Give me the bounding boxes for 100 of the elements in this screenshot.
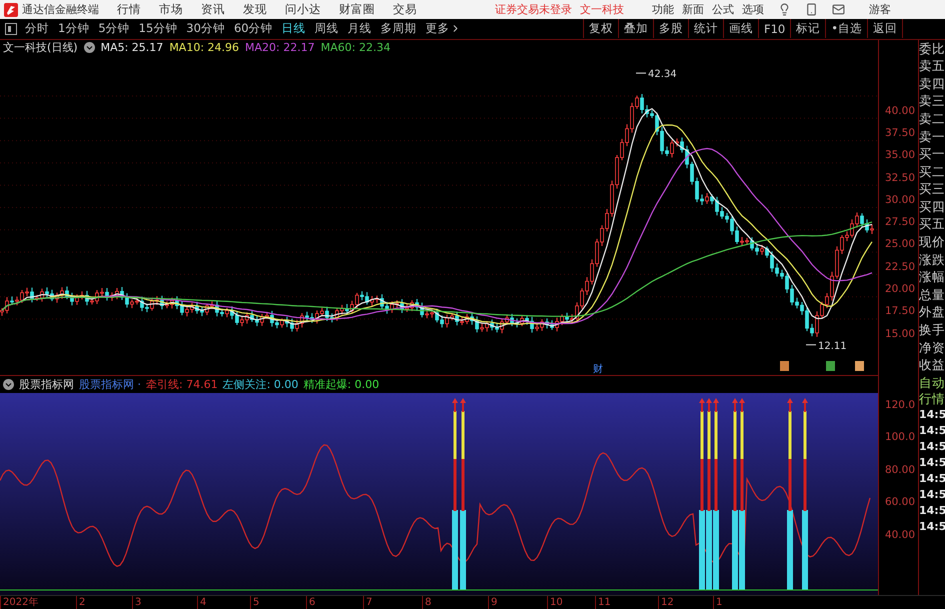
panel-toggle-icon[interactable]	[5, 22, 17, 35]
date-axis-label: 1	[713, 596, 722, 609]
quote-field-label: 买二	[919, 162, 945, 180]
date-axis-label: 9	[488, 596, 498, 609]
event-marker-icon	[780, 360, 789, 371]
quote-field-label: 现价	[919, 233, 945, 251]
date-axis-label: 8	[422, 596, 432, 609]
user-label[interactable]: 游客	[869, 2, 891, 18]
indicator-axis-label: 100.0	[884, 430, 916, 446]
low-price-label: 12.11	[818, 340, 847, 352]
indicator-value: 左侧关注: 0.00	[222, 376, 298, 392]
phone-icon[interactable]	[805, 3, 818, 16]
quote-field-label: 净资	[919, 338, 945, 356]
menu-item[interactable]: 市场	[159, 2, 183, 18]
high-price-label: 42.34	[648, 68, 677, 80]
period-tab[interactable]: 60分钟	[234, 21, 273, 36]
indicator-axis-label: 80.00	[884, 462, 916, 478]
event-marker-icon	[855, 360, 864, 371]
date-axis-label: 3	[132, 596, 142, 609]
period-tab[interactable]: 分时	[25, 21, 49, 36]
ma-value: MA5: 25.17	[100, 41, 164, 54]
mail-icon[interactable]	[832, 3, 845, 16]
date-axis-label: 2022年	[0, 596, 38, 609]
date-axis-label: 2	[76, 596, 86, 609]
tool-menu-item[interactable]: 选项	[742, 2, 764, 18]
price-axis-label: 35.00	[884, 148, 916, 164]
quote-field-label: 总量	[919, 286, 945, 304]
menu-item[interactable]: 发现	[243, 2, 267, 18]
date-axis-label: 5	[250, 596, 260, 609]
stock-name: 文一科技	[580, 2, 624, 18]
menu-item[interactable]: 资讯	[201, 2, 225, 18]
menu-item[interactable]: 问小达	[285, 2, 321, 18]
toolbar-button[interactable]: 返回	[867, 19, 902, 38]
quote-field-label: 委比	[919, 40, 945, 58]
date-axis-label: 12	[658, 596, 674, 609]
period-tab[interactable]: 更多	[426, 21, 461, 36]
leader-line	[806, 344, 816, 345]
period-tab[interactable]: 月线	[348, 21, 372, 36]
menu-item[interactable]: 财富圈	[339, 2, 375, 18]
toolbar-button[interactable]: 标记	[790, 19, 826, 38]
price-axis-label: 15.00	[884, 326, 916, 342]
app-name: 通达信金融终端	[22, 2, 99, 18]
event-marker: 财	[593, 364, 603, 375]
price-axis-label: 20.00	[884, 282, 916, 298]
indicator-axis-label: 120.0	[884, 398, 916, 413]
chart-title: 文一科技(日线)	[3, 40, 78, 56]
toolbar-button[interactable]: 复权	[582, 19, 618, 38]
indicator-name: 股票指标网	[19, 376, 74, 392]
ma-value: MA60: 22.34	[320, 41, 390, 54]
indicator-formula: 股票指标网 ·	[79, 376, 141, 392]
dropdown-icon[interactable]	[3, 378, 14, 390]
period-tab[interactable]: 1分钟	[58, 21, 90, 36]
tool-menu-item[interactable]: 公式	[712, 2, 734, 18]
toolbar-button[interactable]: 画线	[722, 19, 758, 38]
price-axis-label: 40.00	[884, 104, 916, 119]
app-logo-icon	[4, 2, 18, 17]
indicator-axis-label: 40.00	[884, 528, 916, 543]
indicator-value: 精准起爆: 0.00	[303, 376, 380, 392]
toolbar-button[interactable]: 统计	[688, 19, 723, 38]
period-tab[interactable]: 15分钟	[138, 21, 178, 36]
quote-field-label: 换手	[919, 321, 945, 339]
quote-field-label: 卖一	[919, 128, 945, 146]
date-axis-label: 4	[197, 596, 206, 609]
period-tab[interactable]: 日线	[282, 21, 306, 36]
period-tab[interactable]: 周线	[314, 21, 339, 36]
quote-field-label: 买五	[919, 215, 945, 234]
period-tab[interactable]: 多周期	[380, 21, 417, 36]
quote-field-label: 涨幅	[919, 268, 945, 286]
date-axis-label: 7	[363, 596, 372, 609]
tool-menu-item[interactable]: 功能	[652, 2, 674, 18]
period-tab[interactable]: 30分钟	[186, 21, 225, 36]
price-axis-label: 30.00	[884, 192, 916, 208]
toolbar-button[interactable]: •自选	[825, 19, 867, 38]
lightbulb-icon[interactable]	[778, 3, 791, 16]
toolbar-button[interactable]: 叠加	[618, 19, 653, 38]
date-axis-label: 11	[595, 596, 611, 609]
price-axis-label: 37.50	[884, 126, 916, 141]
quote-field-label: 收益	[919, 356, 945, 374]
price-axis-label: 25.00	[884, 237, 916, 252]
indicator-value: 牵引线: 74.61	[146, 376, 218, 392]
quote-field-label: 买一	[919, 145, 945, 163]
period-tab[interactable]: 5分钟	[98, 21, 130, 36]
toolbar-button[interactable]: 多股	[652, 19, 688, 38]
quote-field-label: 卖三	[919, 92, 945, 110]
auto-quote-label[interactable]: 自动行情	[919, 374, 945, 407]
quote-field-label: 卖四	[919, 74, 945, 92]
quote-field-label: 卖二	[919, 110, 945, 128]
date-axis-label: 10	[547, 596, 563, 609]
leader-line	[636, 72, 646, 74]
dropdown-icon[interactable]	[84, 42, 95, 54]
toolbar-button[interactable]: F10	[758, 19, 790, 38]
ma-value: MA10: 24.96	[169, 41, 240, 54]
login-status-link[interactable]: 证券交易未登录	[495, 2, 572, 18]
quote-field-label: 卖五	[919, 57, 945, 75]
menu-item[interactable]: 交易	[393, 2, 417, 18]
ma-value: MA20: 22.17	[245, 41, 315, 54]
quote-field-label: 买四	[919, 198, 945, 216]
quote-field-label: 涨跌	[919, 250, 945, 268]
tool-menu-item[interactable]: 新面	[682, 2, 704, 18]
menu-item[interactable]: 行情	[117, 2, 141, 18]
